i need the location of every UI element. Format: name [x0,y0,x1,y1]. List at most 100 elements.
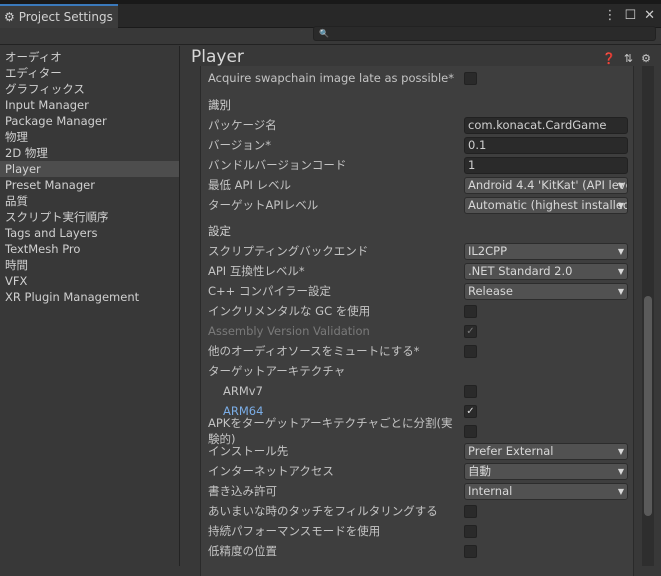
text-field[interactable]: 1 [464,156,628,174]
setting-row: ターゲットアーキテクチャ [208,361,628,381]
sidebar-item[interactable]: 2D 物理 [0,145,179,161]
checkbox[interactable] [464,504,477,518]
setting-row: インターネットアクセス 自動 [208,461,628,481]
dropdown[interactable]: .NET Standard 2.0 [464,262,628,280]
setting-label: スクリプティングバックエンド [208,244,369,258]
close-icon[interactable]: ✕ [644,8,655,23]
setting-label: あいまいな時のタッチをフィルタリングする [208,504,438,518]
setting-label: ターゲットAPIレベル [208,198,319,212]
scrollbar-thumb[interactable] [644,296,652,516]
checkbox[interactable] [464,544,477,558]
checkbox[interactable] [464,384,477,398]
setting-label: Assembly Version Validation [208,324,370,338]
setting-row: バージョン* 0.1 [208,135,628,155]
sidebar-item[interactable]: VFX [0,273,179,289]
dropdown[interactable]: Prefer External [464,442,628,460]
title-bar: ⚙ Project Settings ⋮ ☐ ✕ [0,4,661,28]
setting-row: ターゲットAPIレベル Automatic (highest installed) [208,195,628,215]
checkbox[interactable] [464,304,477,318]
setting-row: スクリプティングバックエンド IL2CPP [208,241,628,261]
checkbox[interactable] [464,71,477,85]
page-title: Player [191,47,244,67]
sidebar-item[interactable]: TextMesh Pro [0,241,179,257]
setting-row: 持続パフォーマンスモードを使用 [208,521,628,541]
setting-row: Assembly Version Validation ✓ [208,321,628,341]
setting-row: 最低 API レベル Android 4.4 'KitKat' (API leve… [208,175,628,195]
checkbox[interactable] [464,344,477,358]
setting-label: ARMv7 [223,384,263,398]
setting-row: Acquire swapchain image late as possible… [208,68,628,88]
setting-row: API 互換性レベル* .NET Standard 2.0 [208,261,628,281]
dropdown[interactable]: IL2CPP [464,242,628,260]
sidebar: オーディオ エディター グラフィックス Input Manager Package Ma… [0,46,180,566]
scrollbar[interactable] [642,66,654,566]
setting-label: パッケージ名 [208,118,277,132]
setting-label: 低精度の位置 [208,544,277,558]
sidebar-item[interactable]: 時間 [0,257,179,273]
sidebar-item[interactable]: グラフィックス [0,81,179,97]
main-panel: Player ❓ ⇅ ⚙ Acquire swapchain image lat… [181,46,661,576]
setting-label: 設定 [208,224,231,238]
setting-row: C++ コンパイラー設定 Release [208,281,628,301]
setting-row: 識別 [208,95,628,115]
setting-label: C++ コンパイラー設定 [208,284,331,298]
text-field[interactable]: 0.1 [464,136,628,154]
gear-icon: ⚙ [4,10,15,24]
sidebar-item[interactable]: Package Manager [0,113,179,129]
sidebar-item[interactable]: エディター [0,65,179,81]
setting-row: 書き込み許可 Internal [208,481,628,501]
setting-row: バンドルバージョンコード 1 [208,155,628,175]
setting-label: インストール先 [208,444,289,458]
window-title: Project Settings [18,10,113,24]
setting-label: 最低 API レベル [208,178,292,192]
setting-label: 書き込み許可 [208,484,277,498]
sidebar-item[interactable]: Input Manager [0,97,179,113]
help-icon[interactable]: ❓ [602,52,616,65]
sidebar-item[interactable]: Tags and Layers [0,225,179,241]
setting-row: インクリメンタルな GC を使用 [208,301,628,321]
checkbox: ✓ [464,324,477,338]
setting-label: 持続パフォーマンスモードを使用 [208,524,381,538]
sidebar-item[interactable]: オーディオ [0,49,179,65]
setting-label: バージョン* [208,138,272,152]
presets-icon[interactable]: ⇅ [624,52,633,65]
search-input[interactable]: 🔍 [313,26,656,41]
setting-label: 他のオーディオソースをミュートにする* [208,344,420,358]
checkbox[interactable]: ✓ [464,404,477,418]
sidebar-item[interactable]: 物理 [0,129,179,145]
setting-label: インクリメンタルな GC を使用 [208,304,371,318]
setting-row: APKをターゲットアーキテクチャごとに分割(実験的) [208,416,628,446]
setting-row: 低精度の位置 [208,541,628,561]
setting-row: ARMv7 [208,381,628,401]
setting-label: Acquire swapchain image late as possible… [208,71,455,85]
setting-label: 識別 [208,98,231,112]
checkbox[interactable] [464,424,477,438]
dropdown[interactable]: Internal [464,482,628,500]
setting-row: 設定 [208,221,628,241]
search-icon: 🔍 [319,29,329,38]
text-field[interactable]: com.konacat.CardGame [464,116,628,134]
setting-row: インストール先 Prefer External [208,441,628,461]
settings-gear-icon[interactable]: ⚙ [641,52,651,65]
setting-label: インターネットアクセス [208,464,334,478]
setting-label: API 互換性レベル* [208,264,305,278]
setting-label: バンドルバージョンコード [208,158,347,172]
sidebar-item[interactable]: スクリプト実行順序 [0,209,179,225]
sidebar-item[interactable]: 品質 [0,193,179,209]
more-menu-icon[interactable]: ⋮ [603,8,616,23]
sidebar-item[interactable]: XR Plugin Management [0,289,179,305]
dropdown[interactable]: Android 4.4 'KitKat' (API level 19) [464,176,628,194]
checkbox[interactable] [464,524,477,538]
setting-row: 他のオーディオソースをミュートにする* [208,341,628,361]
sidebar-item[interactable]: Player [0,161,179,177]
sidebar-item[interactable]: Preset Manager [0,177,179,193]
maximize-icon[interactable]: ☐ [624,8,636,23]
setting-row: あいまいな時のタッチをフィルタリングする [208,501,628,521]
tab-project-settings[interactable]: ⚙ Project Settings [0,4,118,28]
setting-label: ターゲットアーキテクチャ [208,364,346,378]
dropdown[interactable]: Automatic (highest installed) [464,196,628,214]
dropdown[interactable]: 自動 [464,462,628,480]
dropdown[interactable]: Release [464,282,628,300]
settings-panel: Acquire swapchain image late as possible… [200,66,634,576]
setting-row: パッケージ名 com.konacat.CardGame [208,115,628,135]
